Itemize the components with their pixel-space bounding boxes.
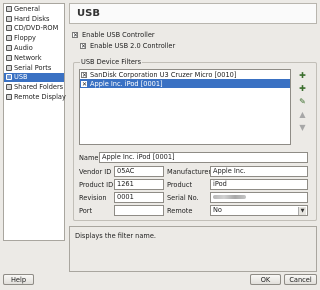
- sidebar-item-general[interactable]: General: [4, 4, 64, 14]
- page-title: USB: [77, 8, 100, 19]
- name-field[interactable]: Apple Inc. iPod [0001]: [99, 152, 308, 163]
- checkbox-mark[interactable]: ✕: [80, 43, 86, 50]
- move-down-icon[interactable]: ▼: [297, 122, 308, 132]
- sidebar-item-cd-dvd-rom[interactable]: CD/DVD-ROM: [4, 24, 64, 34]
- revision-field[interactable]: 0001: [114, 192, 164, 203]
- serial-port-icon: [6, 64, 12, 71]
- remote-display-icon: [6, 94, 12, 101]
- add-from-device-icon[interactable]: ✚: [297, 83, 308, 93]
- shared-folder-icon: [6, 84, 12, 91]
- sidebar-item-label: USB: [14, 73, 28, 82]
- serial-number-field[interactable]: [210, 192, 308, 203]
- remote-select-value: No: [213, 206, 222, 214]
- info-panel: Displays the filter name.: [69, 226, 317, 272]
- revision-label: Revision: [79, 194, 107, 202]
- filter-list[interactable]: ✕ SanDisk Corporation U3 Cruzer Micro [00…: [79, 69, 291, 145]
- sidebar-item-label: Hard Disks: [14, 14, 50, 23]
- help-button[interactable]: Help: [3, 274, 34, 285]
- sidebar-item-shared-folders[interactable]: Shared Folders: [4, 82, 64, 92]
- settings-sidebar: General Hard Disks CD/DVD-ROM Floppy Audio Ne…: [3, 3, 66, 241]
- serial-number-label: Serial No.: [167, 194, 199, 202]
- name-label: Name: [79, 154, 99, 162]
- filter-list-item[interactable]: ✕ SanDisk Corporation U3 Cruzer Micro [00…: [80, 70, 290, 79]
- manufacturer-label: Manufacturer: [167, 168, 212, 176]
- sidebar-item-audio[interactable]: Audio: [4, 43, 64, 53]
- sidebar-item-network[interactable]: Network: [4, 53, 64, 63]
- sidebar-item-label: CD/DVD-ROM: [14, 24, 59, 33]
- filter-checkbox[interactable]: ✕: [81, 71, 87, 78]
- sidebar-item-label: Shared Folders: [14, 83, 64, 92]
- sidebar-item-label: Remote Display: [14, 93, 66, 102]
- info-text: Displays the filter name.: [75, 232, 156, 240]
- enable-usb-controller-label: Enable USB Controller: [82, 31, 155, 39]
- enable-usb-controller-checkbox[interactable]: ✕ Enable USB Controller: [72, 31, 155, 39]
- filter-checkbox[interactable]: ✕: [81, 80, 87, 87]
- ok-button[interactable]: OK: [250, 274, 281, 285]
- sidebar-item-serial-ports[interactable]: Serial Ports: [4, 63, 64, 73]
- remote-label: Remote: [167, 207, 193, 215]
- redacted-serial: [213, 195, 246, 199]
- port-label: Port: [79, 207, 93, 215]
- filter-label: Apple Inc. iPod [0001]: [90, 79, 163, 88]
- sidebar-item-label: Audio: [14, 44, 33, 53]
- product-field[interactable]: iPod: [210, 179, 308, 190]
- product-id-field[interactable]: 1261: [114, 179, 164, 190]
- filter-list-item[interactable]: ✕ Apple Inc. iPod [0001]: [80, 79, 290, 88]
- product-label: Product: [167, 181, 193, 189]
- filter-label: SanDisk Corporation U3 Cruzer Micro [001…: [90, 70, 237, 79]
- usb-icon: [6, 74, 12, 81]
- product-id-label: Product ID: [79, 181, 114, 189]
- audio-icon: [6, 45, 12, 52]
- enable-usb2-controller-label: Enable USB 2.0 Controller: [90, 42, 176, 50]
- network-icon: [6, 54, 12, 61]
- sidebar-item-usb[interactable]: USB: [4, 72, 64, 83]
- usb-device-filters-title: USB Device Filters: [80, 58, 143, 66]
- sidebar-item-floppy[interactable]: Floppy: [4, 33, 64, 43]
- move-up-icon[interactable]: ▲: [297, 109, 308, 119]
- sidebar-item-hard-disks[interactable]: Hard Disks: [4, 14, 64, 24]
- checkbox-mark[interactable]: ✕: [72, 32, 78, 39]
- chevron-down-icon[interactable]: ▼: [298, 207, 306, 215]
- sidebar-item-label: Floppy: [14, 34, 36, 43]
- cdrom-icon: [6, 25, 12, 32]
- sidebar-item-label: Network: [14, 53, 42, 62]
- port-field[interactable]: [114, 205, 164, 216]
- vendor-id-field[interactable]: 05AC: [114, 166, 164, 177]
- page-header: USB: [69, 3, 317, 24]
- hard-disk-icon: [6, 15, 12, 22]
- floppy-icon: [6, 35, 12, 42]
- sidebar-item-remote-display[interactable]: Remote Display: [4, 92, 66, 102]
- enable-usb2-controller-checkbox[interactable]: ✕ Enable USB 2.0 Controller: [80, 42, 175, 50]
- manufacturer-field[interactable]: Apple Inc.: [210, 166, 308, 177]
- vendor-id-label: Vendor ID: [79, 168, 112, 176]
- remote-select[interactable]: No ▼: [210, 205, 308, 216]
- sidebar-item-label: General: [14, 4, 40, 13]
- edit-filter-icon[interactable]: ✎: [297, 96, 308, 106]
- general-icon: [6, 5, 12, 12]
- sidebar-item-label: Serial Ports: [14, 63, 52, 72]
- cancel-button[interactable]: Cancel: [284, 274, 317, 285]
- add-filter-icon[interactable]: ✚: [297, 70, 308, 80]
